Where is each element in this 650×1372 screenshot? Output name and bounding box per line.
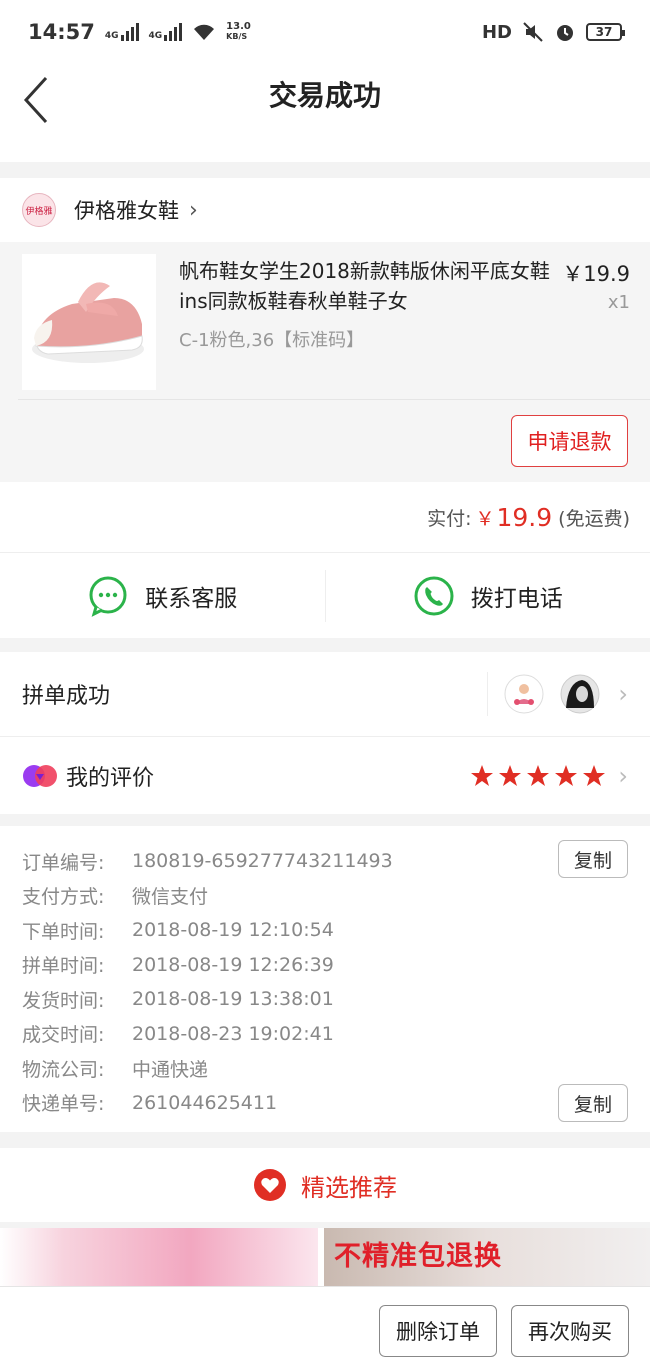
deal-time-row: 成交时间: 2018-08-23 19:02:41 bbox=[22, 1022, 334, 1047]
product-banner-image[interactable] bbox=[0, 1228, 318, 1286]
star-icon bbox=[555, 765, 578, 786]
rebuy-button[interactable]: 再次购买 bbox=[511, 1305, 629, 1357]
payment-method-row: 支付方式: 微信支付 bbox=[22, 886, 209, 909]
product-card[interactable]: 帆布鞋女学生2018新款韩版休闲平底女鞋ins同款板鞋春秋单鞋子女 C-1粉色,… bbox=[0, 242, 650, 482]
recommend-header: 精选推荐 bbox=[0, 1148, 650, 1222]
chevron-right-icon: › bbox=[189, 197, 198, 223]
star-icon bbox=[527, 765, 550, 786]
heart-icon bbox=[254, 1169, 286, 1201]
product-name: 帆布鞋女学生2018新款韩版休闲平底女鞋ins同款板鞋春秋单鞋子女 bbox=[179, 259, 550, 313]
order-info: 订单编号: 180819-659277743211493 支付方式: 微信支付 … bbox=[0, 826, 650, 1132]
product-price: ￥19.9 bbox=[562, 262, 630, 286]
star-icon bbox=[583, 765, 606, 786]
copy-tracking-number-button[interactable]: 复制 bbox=[558, 1084, 628, 1122]
group-time-row: 拼单时间: 2018-08-19 12:26:39 bbox=[22, 953, 334, 978]
alarm-icon bbox=[557, 25, 573, 41]
page-title: 交易成功 bbox=[268, 79, 381, 112]
review-label: 我的评价 bbox=[66, 765, 155, 791]
refund-button[interactable]: 申请退款 bbox=[511, 415, 628, 467]
order-number-row: 订单编号: 180819-659277743211493 bbox=[22, 850, 393, 874]
network-speed: 13.0 KB/S bbox=[226, 21, 251, 42]
currency-symbol: ￥ bbox=[475, 507, 495, 530]
wifi-icon bbox=[194, 24, 215, 40]
store-logo: 伊格雅 bbox=[22, 193, 56, 227]
courier-row: 物流公司: 中通快递 bbox=[22, 1058, 209, 1081]
recommend-banners: 不精准包退换 bbox=[0, 1228, 650, 1286]
contact-row: 联系客服 拨打电话 bbox=[0, 552, 650, 638]
status-bar: 14:57 4G 4G 13.0 KB/S HD 37 bbox=[0, 0, 650, 64]
contact-service-button[interactable]: 联系客服 bbox=[0, 575, 325, 617]
paid-amount: 19.9 bbox=[496, 502, 553, 532]
order-number: 180819-659277743211493 bbox=[132, 850, 393, 873]
copy-order-number-button[interactable]: 复制 bbox=[558, 840, 628, 878]
avatar[interactable] bbox=[504, 674, 544, 714]
divider bbox=[487, 672, 489, 716]
contact-service-label: 联系客服 bbox=[145, 585, 238, 612]
group-buy-label: 拼单成功 bbox=[22, 684, 111, 709]
hd-indicator: HD bbox=[481, 21, 512, 43]
payment-summary: 实付: ￥ 19.9 (免运费) bbox=[0, 482, 650, 552]
product-quantity: x1 bbox=[607, 292, 630, 313]
chat-bubble-icon bbox=[89, 576, 127, 617]
review-row[interactable]: 我的评价 › bbox=[0, 736, 650, 814]
signal-icon-2: 4G bbox=[149, 23, 183, 41]
store-row[interactable]: 伊格雅 伊格雅女鞋 › bbox=[0, 178, 650, 242]
product-spec: C-1粉色,36【标准码】 bbox=[179, 330, 365, 351]
review-icon bbox=[23, 764, 57, 787]
call-phone-button[interactable]: 拨打电话 bbox=[326, 575, 650, 617]
avatar[interactable] bbox=[560, 674, 600, 714]
call-phone-label: 拨打电话 bbox=[470, 585, 563, 612]
chevron-right-icon: › bbox=[618, 680, 628, 708]
phone-icon bbox=[414, 576, 454, 615]
clock: 14:57 bbox=[28, 20, 95, 44]
bottom-action-bar: 删除订单 再次购买 bbox=[0, 1286, 650, 1372]
rating-stars: › bbox=[470, 737, 628, 815]
chevron-right-icon: › bbox=[618, 762, 628, 790]
mute-icon bbox=[523, 22, 543, 42]
store-name: 伊格雅女鞋 bbox=[74, 199, 179, 223]
ship-time-row: 发货时间: 2018-08-19 13:38:01 bbox=[22, 988, 334, 1012]
product-thumbnail[interactable] bbox=[22, 254, 156, 390]
tracking-number-row: 快递单号: 261044625411 bbox=[22, 1091, 278, 1116]
group-buy-row[interactable]: 拼单成功 › bbox=[0, 652, 650, 736]
shipping-note: (免运费) bbox=[558, 507, 630, 530]
star-icon bbox=[499, 765, 522, 786]
tracking-number: 261044625411 bbox=[132, 1091, 278, 1114]
shoe-image bbox=[32, 282, 144, 363]
battery-icon: 37 bbox=[586, 23, 625, 41]
banner-text: 不精准包退换 bbox=[334, 1241, 502, 1272]
divider bbox=[18, 399, 650, 400]
star-icon bbox=[471, 765, 494, 786]
signal-icon: 4G bbox=[105, 23, 139, 41]
nav-bar: 交易成功 bbox=[0, 64, 650, 162]
delete-order-button[interactable]: 删除订单 bbox=[379, 1305, 497, 1357]
paid-label: 实付: bbox=[427, 507, 472, 530]
order-time-row: 下单时间: 2018-08-19 12:10:54 bbox=[22, 919, 334, 943]
recommend-title: 精选推荐 bbox=[301, 1173, 397, 1202]
